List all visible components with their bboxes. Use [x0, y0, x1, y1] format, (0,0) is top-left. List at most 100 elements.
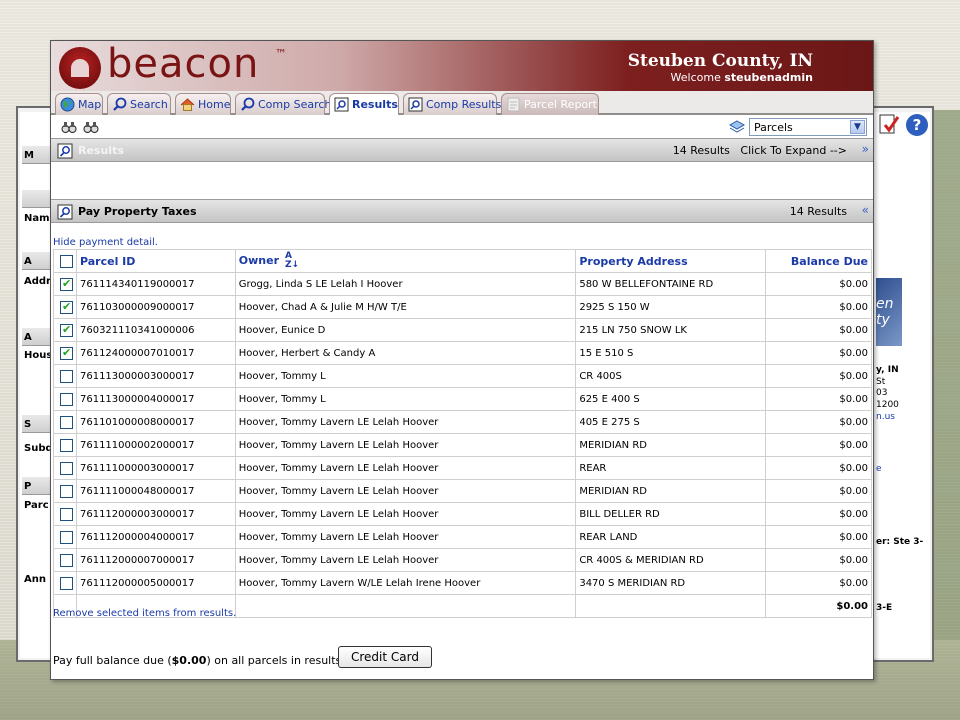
row-select-cell[interactable] [53, 479, 77, 503]
balance-cell: $0.00 [765, 456, 872, 480]
results-icon [57, 143, 73, 159]
tab-bar: Map Search Home Comp Search Results Comp… [51, 91, 873, 116]
layer-select[interactable]: Parcels ▼ [749, 118, 867, 136]
select-all-header[interactable] [53, 249, 77, 273]
row-select-cell[interactable] [53, 272, 77, 296]
house-icon [180, 98, 195, 111]
row-checkbox[interactable] [60, 553, 73, 567]
row-select-cell[interactable] [53, 318, 77, 342]
row-select-cell[interactable] [53, 502, 77, 526]
table-row[interactable]: 761114340119000017Grogg, Linda S LE Lela… [53, 272, 872, 296]
background-label: Nam [24, 213, 50, 224]
parcel-id-cell: 761112000005000017 [75, 571, 236, 595]
row-select-cell[interactable] [53, 364, 77, 388]
tab-results[interactable]: Results [329, 93, 399, 116]
row-select-cell[interactable] [53, 295, 77, 319]
address-cell: REAR [575, 456, 767, 480]
results-panel-header[interactable]: Results 14 Results Click To Expand --> » [51, 138, 873, 162]
row-select-cell[interactable] [53, 410, 77, 434]
layers-icon [729, 120, 745, 133]
row-checkbox[interactable] [60, 277, 73, 291]
table-row[interactable]: 761112000003000017 Hoover, Tommy Lavern L… [53, 502, 872, 526]
sort-az-icon[interactable]: A Z↓ [285, 252, 299, 270]
total-balance-cell: $0.00 [765, 594, 872, 618]
table-row[interactable]: 761111000048000017 Hoover, Tommy Lavern L… [53, 479, 872, 503]
col-parcel-id[interactable]: Parcel ID [75, 249, 236, 273]
row-select-cell[interactable] [53, 456, 77, 480]
row-checkbox[interactable] [60, 369, 73, 383]
owner-cell: Hoover, Tommy Lavern W/LE Lelah Irene Ho… [234, 571, 577, 595]
table-row[interactable]: 761111000002000017 Hoover, Tommy Lavern L… [53, 433, 872, 457]
table-row[interactable]: 761101000008000017 Hoover, Tommy Lavern L… [53, 410, 872, 434]
row-select-cell[interactable] [53, 525, 77, 549]
background-label: A [24, 256, 32, 267]
tab-comp-search[interactable]: Comp Search [235, 93, 331, 115]
row-checkbox[interactable] [60, 300, 73, 314]
taxes-panel-header[interactable]: Pay Property Taxes 14 Results « [51, 199, 873, 223]
row-checkbox[interactable] [60, 415, 73, 429]
hide-payment-detail-link[interactable]: Hide payment detail. [53, 237, 158, 248]
row-checkbox[interactable] [60, 530, 73, 544]
row-checkbox[interactable] [60, 346, 73, 360]
col-owner[interactable]: Owner A Z↓ [234, 249, 577, 273]
col-address[interactable]: Property Address [575, 249, 767, 273]
col-balance[interactable]: Balance Due [765, 249, 872, 273]
owner-cell: Hoover, Chad A & Julie M H/W T/E [234, 295, 577, 319]
table-row[interactable]: 761113000003000017 Hoover, Tommy L CR 400S… [53, 364, 872, 388]
checklist-icon[interactable] [877, 113, 901, 137]
address-cell: 580 W BELLEFONTAINE RD [575, 272, 767, 296]
county-name: Steuben County, IN [627, 51, 813, 71]
parcel-id-cell: 761111000048000017 [75, 479, 236, 503]
parcel-id-cell: 761111000003000017 [75, 456, 236, 480]
row-checkbox[interactable] [60, 507, 73, 521]
tab-comp-results[interactable]: Comp Results [403, 93, 501, 115]
credit-card-button[interactable]: Credit Card [338, 646, 432, 668]
binoculars-icon[interactable] [61, 119, 77, 135]
row-checkbox[interactable] [60, 438, 73, 452]
parcel-id-cell: 761103000009000017 [75, 295, 236, 319]
binoculars-clear-icon[interactable] [83, 119, 99, 135]
table-row[interactable]: 760321110341000006Hoover, Eunice D215 LN… [53, 318, 872, 342]
row-checkbox[interactable] [60, 392, 73, 406]
row-select-cell[interactable] [53, 571, 77, 595]
balance-cell: $0.00 [765, 387, 872, 411]
row-select-cell[interactable] [53, 548, 77, 572]
row-select-cell[interactable] [53, 341, 77, 365]
toolbar: Parcels ▼ [51, 115, 873, 139]
table-row[interactable]: 761124000007010017Hoover, Herbert & Cand… [53, 341, 872, 365]
row-select-cell[interactable] [53, 387, 77, 411]
empty-cell [234, 594, 577, 618]
row-checkbox[interactable] [60, 484, 73, 498]
remove-selected-link[interactable]: Remove selected items from results. [53, 608, 236, 619]
expand-chevron-icon[interactable]: » [862, 142, 869, 156]
row-checkbox[interactable] [60, 323, 73, 337]
address-cell: 215 LN 750 SNOW LK [575, 318, 767, 342]
table-row[interactable]: 761112000007000017 Hoover, Tommy Lavern L… [53, 548, 872, 572]
help-icon[interactable]: ? [905, 113, 929, 137]
table-row[interactable]: 761113000004000017 Hoover, Tommy L 625 E 4… [53, 387, 872, 411]
select-all-checkbox[interactable] [60, 254, 73, 268]
beacon-window: beacon ™ Steuben County, IN Welcome steu… [50, 40, 874, 680]
table-row[interactable]: 761112000004000017 Hoover, Tommy Lavern L… [53, 525, 872, 549]
collapse-chevron-icon[interactable]: « [862, 203, 869, 217]
expand-link[interactable]: Click To Expand --> [740, 144, 847, 157]
balance-cell: $0.00 [765, 341, 872, 365]
owner-cell: Hoover, Tommy L [234, 387, 577, 411]
background-label: Subd [24, 443, 52, 454]
tab-search[interactable]: Search [107, 93, 171, 115]
balance-cell: $0.00 [765, 272, 872, 296]
row-checkbox[interactable] [60, 576, 73, 590]
table-row[interactable]: 761112000005000017 Hoover, Tommy Lavern W… [53, 571, 872, 595]
parcel-id-cell: 761112000004000017 [75, 525, 236, 549]
report-icon [507, 97, 520, 112]
row-select-cell[interactable] [53, 433, 77, 457]
table-row[interactable]: 761103000009000017Hoover, Chad A & Julie… [53, 295, 872, 319]
tab-map[interactable]: Map [55, 93, 103, 115]
table-row[interactable]: 761111000003000017 Hoover, Tommy Lavern L… [53, 456, 872, 480]
background-text: St [876, 377, 886, 387]
tab-home[interactable]: Home [175, 93, 231, 115]
row-checkbox[interactable] [60, 461, 73, 475]
address-cell: 625 E 400 S [575, 387, 767, 411]
owner-cell: Hoover, Tommy Lavern LE Lelah Hoover [234, 525, 577, 549]
username: steubenadmin [724, 71, 813, 84]
